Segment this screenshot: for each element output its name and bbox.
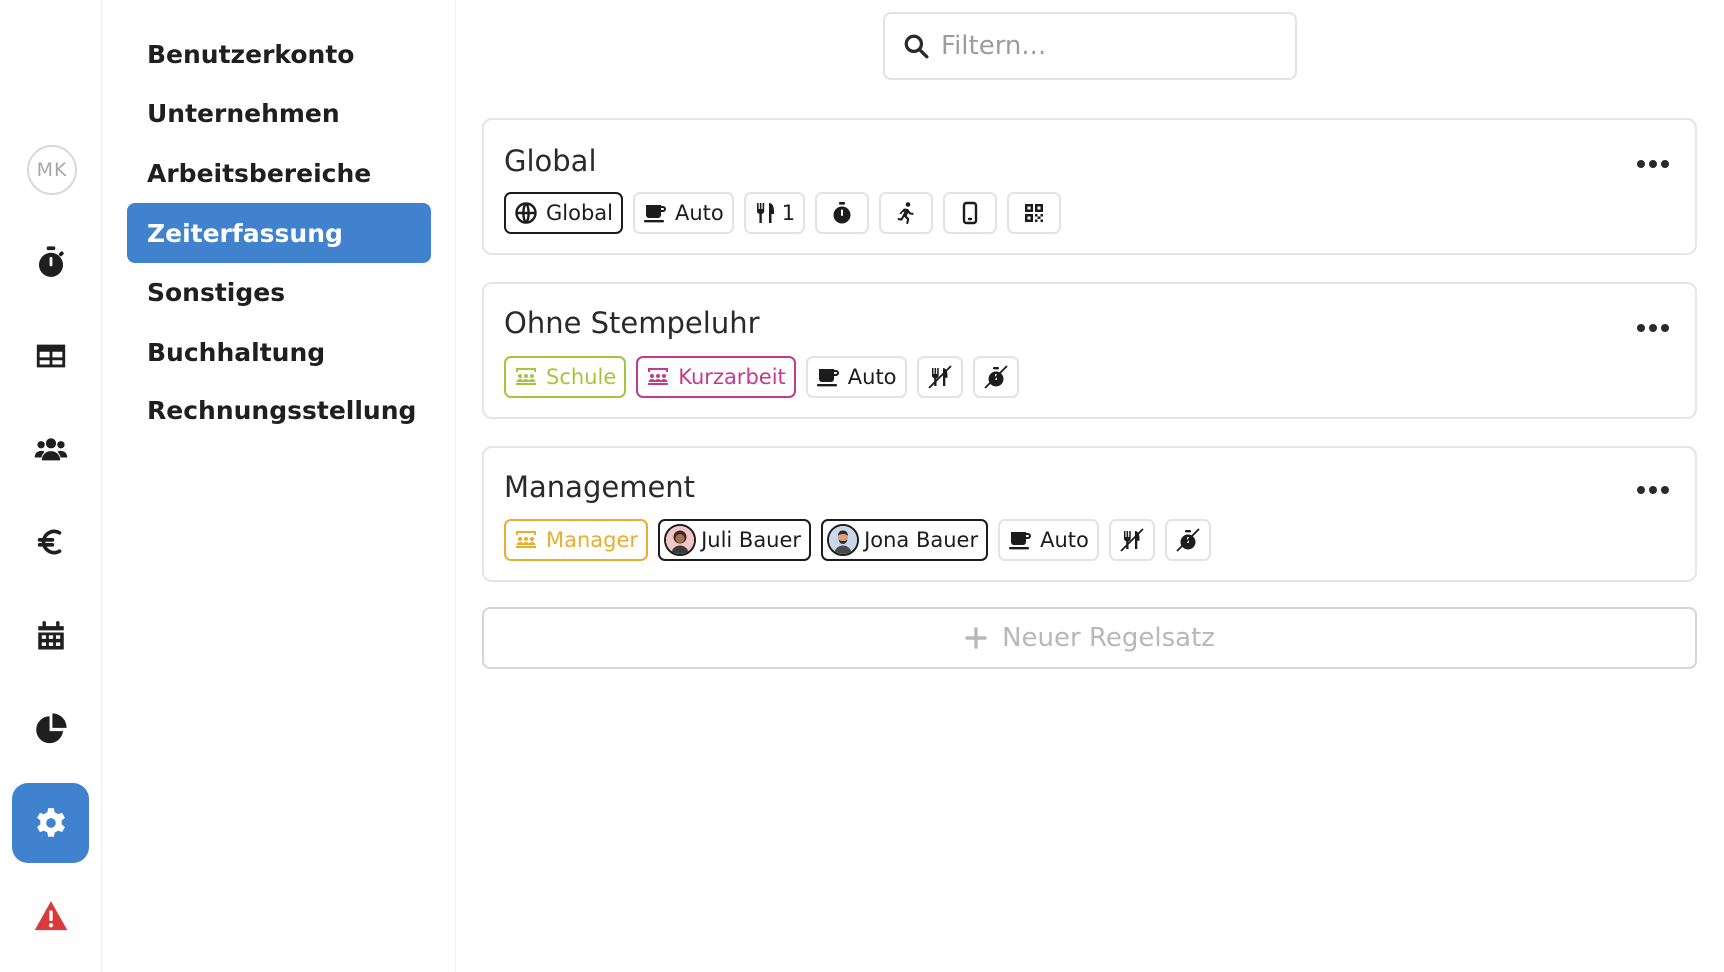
chip-running[interactable] (879, 192, 934, 234)
new-ruleset-button[interactable]: Neuer Regelsatz (482, 607, 1697, 669)
avatar-male-icon (827, 524, 860, 556)
coffee-icon (816, 369, 839, 387)
chip-label: Juli Bauer (701, 528, 802, 552)
gear-icon (36, 808, 65, 837)
chip-user-jona-bauer[interactable]: Jona Bauer (821, 519, 989, 561)
chip-group-schule[interactable]: Schule (504, 356, 627, 398)
mobile-icon (962, 201, 978, 225)
subnav-item-zeiterfassung[interactable]: Zeiterfassung (127, 203, 431, 263)
qrcode-icon (1025, 204, 1044, 222)
subnav-item-unternehmen[interactable]: Unternehmen (127, 83, 431, 143)
group-icon (516, 531, 536, 548)
chip-label: Kurzarbeit (678, 365, 786, 389)
stopwatch-icon (38, 246, 64, 277)
more-options-button[interactable] (1631, 314, 1675, 342)
group-icon (516, 368, 536, 385)
new-ruleset-label: Neuer Regelsatz (1002, 623, 1215, 653)
stopwatch-slash-icon (983, 365, 1008, 389)
rail-item-timesheet[interactable] (12, 316, 89, 396)
icon-rail: MK (0, 0, 102, 972)
chip-label: Auto (1040, 528, 1089, 552)
chip-label: Manager (546, 528, 639, 552)
ruleset-card-global: Global Global Auto 1 (482, 118, 1697, 255)
chip-break-auto[interactable]: Auto (633, 192, 734, 234)
ruleset-title: Global (504, 144, 597, 178)
subnav-item-rechnungsstellung[interactable]: Rechnungsstellung (127, 380, 431, 440)
more-options-button[interactable] (1631, 150, 1675, 178)
settings-subnav: Benutzerkonto Unternehmen Arbeitsbereich… (103, 0, 456, 972)
ruleset-chips: Manager Juli Bauer Jona Bauer Auto (504, 519, 1211, 561)
chip-scope-global[interactable]: Global (504, 192, 623, 234)
rail-item-calendar[interactable] (12, 596, 89, 676)
user-avatar[interactable]: MK (27, 145, 77, 195)
subnav-item-buchhaltung[interactable]: Buchhaltung (127, 322, 431, 382)
chip-user-juli-bauer[interactable]: Juli Bauer (658, 519, 812, 561)
avatar-female-icon (664, 524, 697, 556)
more-options-button[interactable] (1631, 476, 1675, 504)
chip-mobile[interactable] (943, 192, 998, 234)
chip-label: Jona Bauer (864, 528, 979, 552)
running-icon (897, 202, 914, 224)
ruleset-card-ohne-stempeluhr: Ohne Stempeluhr Schule Kurzarbeit Auto (482, 282, 1697, 419)
ruleset-title: Management (504, 470, 696, 504)
chip-meal-disabled[interactable] (916, 356, 963, 398)
chip-label: Schule (546, 365, 617, 389)
utensils-slash-icon (927, 365, 952, 389)
chip-meal-breaks[interactable]: 1 (743, 192, 806, 234)
chip-stopwatch-disabled[interactable] (972, 356, 1019, 398)
warning-icon (34, 901, 67, 931)
filter-search[interactable] (883, 12, 1297, 80)
chip-group-kurzarbeit[interactable]: Kurzarbeit (636, 356, 796, 398)
rail-item-finance[interactable] (12, 502, 89, 582)
chip-label: Auto (675, 201, 724, 225)
subnav-item-sonstiges[interactable]: Sonstiges (127, 262, 431, 322)
rail-item-reports[interactable] (12, 689, 89, 769)
stopwatch-icon (833, 202, 851, 224)
ruleset-title: Ohne Stempeluhr (504, 306, 760, 340)
plus-icon (965, 627, 987, 649)
chip-meal-disabled[interactable] (1108, 519, 1155, 561)
chip-stopwatch[interactable] (815, 192, 870, 234)
ruleset-chips: Schule Kurzarbeit Auto (504, 356, 1019, 398)
avatar-initials: MK (36, 159, 68, 181)
euro-icon (37, 529, 61, 555)
rail-item-settings[interactable] (12, 783, 89, 863)
users-icon (34, 438, 67, 461)
calendar-icon (37, 621, 64, 650)
subnav-item-arbeitsbereiche[interactable]: Arbeitsbereiche (127, 143, 431, 203)
ruleset-card-management: Management Manager Juli Bauer Jona Bauer… (482, 446, 1697, 582)
coffee-icon (644, 205, 666, 223)
chip-label: Auto (847, 365, 897, 389)
chip-break-auto[interactable]: Auto (998, 519, 1099, 561)
chip-label: Global (546, 201, 613, 225)
coffee-icon (1009, 532, 1032, 550)
pie-chart-icon (35, 713, 67, 744)
rail-item-alerts[interactable] (12, 876, 89, 956)
filter-input[interactable] (941, 31, 1281, 61)
search-icon (904, 34, 929, 59)
group-icon (648, 368, 669, 385)
utensils-icon (756, 203, 774, 223)
ruleset-chips: Global Auto 1 (504, 192, 1062, 234)
chip-stopwatch-disabled[interactable] (1164, 519, 1211, 561)
chip-label: 1 (781, 201, 796, 225)
subnav-item-benutzerkonto[interactable]: Benutzerkonto (127, 24, 431, 84)
rail-item-time-tracking[interactable] (12, 222, 89, 302)
chip-group-manager[interactable]: Manager (504, 519, 649, 561)
chip-break-auto[interactable]: Auto (805, 356, 907, 398)
stopwatch-slash-icon (1176, 528, 1200, 552)
chip-qrcode[interactable] (1007, 192, 1062, 234)
rail-item-team[interactable] (12, 409, 89, 489)
globe-icon (515, 202, 537, 224)
table-icon (36, 344, 65, 368)
utensils-slash-icon (1120, 528, 1144, 552)
